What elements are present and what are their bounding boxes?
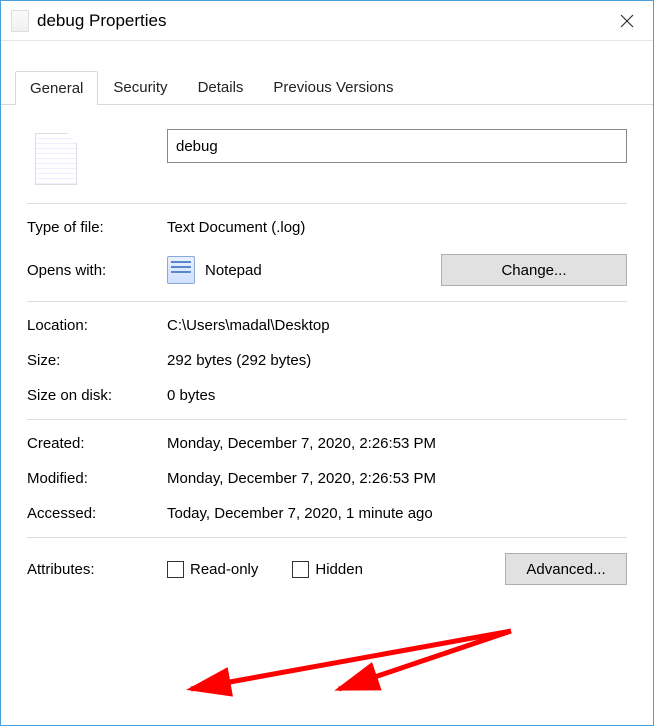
separator [27, 301, 627, 302]
separator [27, 203, 627, 204]
advanced-button[interactable]: Advanced... [505, 553, 627, 585]
attributes-row: Attributes: Read-only Hidden Advanced... [27, 544, 627, 594]
tab-general[interactable]: General [15, 71, 98, 105]
size-on-disk-label: Size on disk: [27, 387, 167, 404]
type-of-file-label: Type of file: [27, 219, 167, 236]
notepad-icon [167, 256, 195, 284]
size-on-disk-value: 0 bytes [167, 387, 627, 404]
opens-with-value: Notepad [205, 262, 262, 279]
created-label: Created: [27, 435, 167, 452]
annotation-arrows [181, 621, 541, 701]
size-value: 292 bytes (292 bytes) [167, 352, 627, 369]
created-row: Created: Monday, December 7, 2020, 2:26:… [27, 426, 627, 461]
location-label: Location: [27, 317, 167, 334]
name-row [27, 123, 627, 197]
opens-with-row: Opens with: Notepad Change... [27, 245, 627, 295]
created-value: Monday, December 7, 2020, 2:26:53 PM [167, 435, 627, 452]
hidden-checkbox-wrap: Hidden [292, 561, 363, 578]
file-icon [11, 10, 29, 32]
tab-previous-versions[interactable]: Previous Versions [258, 70, 408, 104]
hidden-label: Hidden [315, 561, 363, 578]
accessed-label: Accessed: [27, 505, 167, 522]
tab-details[interactable]: Details [183, 70, 259, 104]
separator [27, 419, 627, 420]
modified-value: Monday, December 7, 2020, 2:26:53 PM [167, 470, 627, 487]
tabstrip: General Security Details Previous Versio… [1, 41, 653, 105]
tab-security[interactable]: Security [98, 70, 182, 104]
accessed-value: Today, December 7, 2020, 1 minute ago [167, 505, 627, 522]
readonly-label: Read-only [190, 561, 258, 578]
window-title: debug Properties [37, 11, 605, 31]
file-icon-large-wrap [27, 129, 167, 185]
close-icon [620, 14, 634, 28]
modified-row: Modified: Monday, December 7, 2020, 2:26… [27, 461, 627, 496]
type-of-file-row: Type of file: Text Document (.log) [27, 210, 627, 245]
separator [27, 537, 627, 538]
location-row: Location: C:\Users\madal\Desktop [27, 308, 627, 343]
tab-content: Type of file: Text Document (.log) Opens… [1, 105, 653, 604]
modified-label: Modified: [27, 470, 167, 487]
file-icon-large [35, 133, 77, 185]
size-label: Size: [27, 352, 167, 369]
accessed-row: Accessed: Today, December 7, 2020, 1 min… [27, 496, 627, 531]
readonly-checkbox-wrap: Read-only [167, 561, 258, 578]
readonly-checkbox[interactable] [167, 561, 184, 578]
hidden-checkbox[interactable] [292, 561, 309, 578]
filename-input[interactable] [167, 129, 627, 163]
size-on-disk-row: Size on disk: 0 bytes [27, 378, 627, 413]
location-value: C:\Users\madal\Desktop [167, 317, 627, 334]
opens-with-label: Opens with: [27, 262, 167, 279]
attributes-label: Attributes: [27, 561, 167, 578]
change-button[interactable]: Change... [441, 254, 627, 286]
titlebar: debug Properties [1, 1, 653, 41]
properties-window: debug Properties General Security Detail… [0, 0, 654, 726]
size-row: Size: 292 bytes (292 bytes) [27, 343, 627, 378]
type-of-file-value: Text Document (.log) [167, 219, 627, 236]
close-button[interactable] [605, 5, 649, 37]
